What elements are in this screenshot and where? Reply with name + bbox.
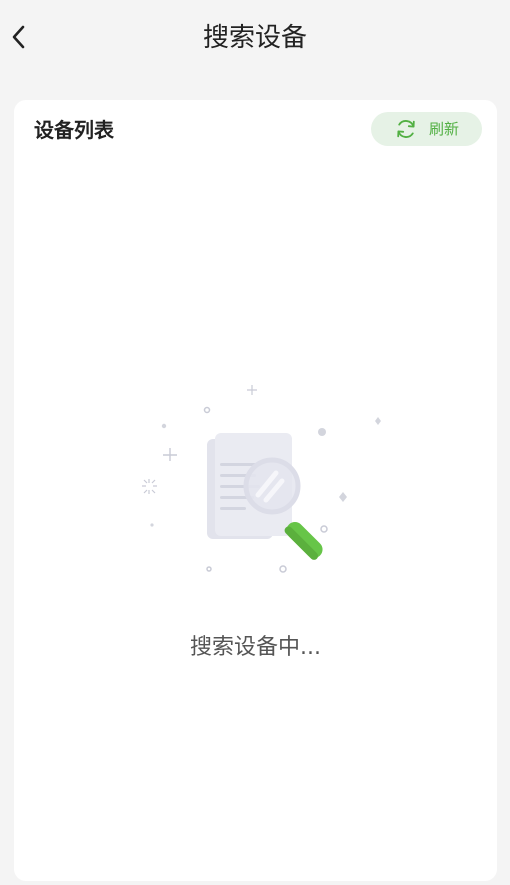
device-list-title: 设备列表: [34, 118, 114, 142]
magnifier: [243, 457, 323, 560]
document-magnifier-illustration: [142, 385, 381, 573]
top-nav-bar: 搜索设备: [0, 0, 510, 76]
search-device-page: 搜索设备 设备列表 刷新 搜索设备中...: [0, 0, 510, 885]
searching-status-text: 搜索设备中...: [190, 635, 321, 660]
page-title: 搜索设备: [202, 23, 307, 53]
refresh-icon: [397, 120, 415, 138]
refresh-button[interactable]: 刷新: [371, 112, 482, 146]
device-list-card: 设备列表 刷新 搜索设备中...: [14, 100, 497, 881]
refresh-label: 刷新: [429, 120, 460, 138]
